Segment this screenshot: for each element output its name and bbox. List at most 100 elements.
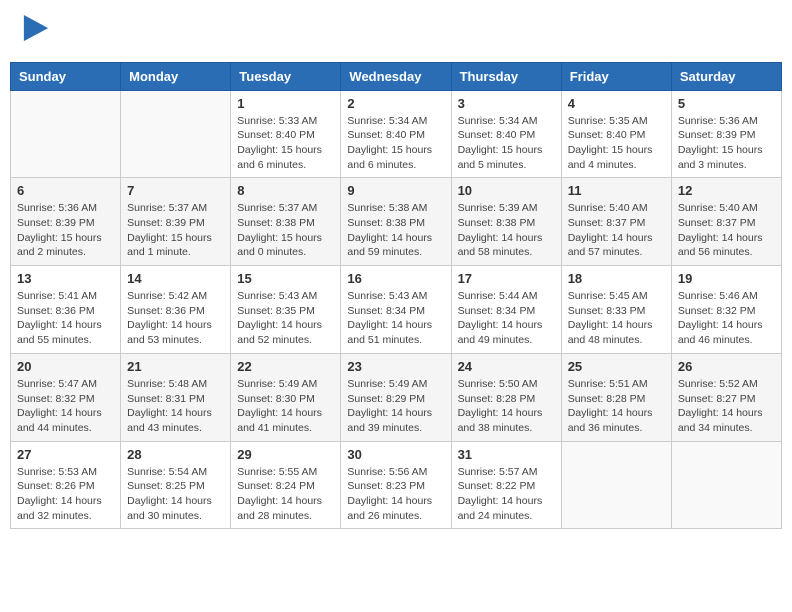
day-number: 23 xyxy=(347,359,444,374)
day-info: Sunrise: 5:34 AM Sunset: 8:40 PM Dayligh… xyxy=(347,114,444,173)
day-header-tuesday: Tuesday xyxy=(231,62,341,90)
calendar-cell xyxy=(121,90,231,178)
day-info: Sunrise: 5:37 AM Sunset: 8:38 PM Dayligh… xyxy=(237,201,334,260)
day-number: 25 xyxy=(568,359,665,374)
day-number: 8 xyxy=(237,183,334,198)
day-number: 24 xyxy=(458,359,555,374)
day-number: 10 xyxy=(458,183,555,198)
calendar-cell: 12 Sunrise: 5:40 AM Sunset: 8:37 PM Dayli… xyxy=(671,178,781,266)
day-info: Sunrise: 5:38 AM Sunset: 8:38 PM Dayligh… xyxy=(347,201,444,260)
day-info: Sunrise: 5:44 AM Sunset: 8:34 PM Dayligh… xyxy=(458,289,555,348)
calendar-cell xyxy=(671,441,781,529)
calendar-cell: 16 Sunrise: 5:43 AM Sunset: 8:34 PM Dayli… xyxy=(341,266,451,354)
day-number: 15 xyxy=(237,271,334,286)
day-number: 20 xyxy=(17,359,114,374)
day-number: 9 xyxy=(347,183,444,198)
day-info: Sunrise: 5:54 AM Sunset: 8:25 PM Dayligh… xyxy=(127,465,224,524)
day-number: 3 xyxy=(458,96,555,111)
day-info: Sunrise: 5:49 AM Sunset: 8:29 PM Dayligh… xyxy=(347,377,444,436)
day-number: 11 xyxy=(568,183,665,198)
day-number: 27 xyxy=(17,447,114,462)
day-number: 4 xyxy=(568,96,665,111)
day-number: 19 xyxy=(678,271,775,286)
calendar-cell: 6 Sunrise: 5:36 AM Sunset: 8:39 PM Daylig… xyxy=(11,178,121,266)
day-number: 31 xyxy=(458,447,555,462)
calendar-cell: 3 Sunrise: 5:34 AM Sunset: 8:40 PM Daylig… xyxy=(451,90,561,178)
day-info: Sunrise: 5:48 AM Sunset: 8:31 PM Dayligh… xyxy=(127,377,224,436)
calendar-cell: 29Sunrise: 5:55 AM Sunset: 8:24 PM Dayli… xyxy=(231,441,341,529)
day-number: 26 xyxy=(678,359,775,374)
day-info: Sunrise: 5:36 AM Sunset: 8:39 PM Dayligh… xyxy=(678,114,775,173)
calendar-cell: 9 Sunrise: 5:38 AM Sunset: 8:38 PM Daylig… xyxy=(341,178,451,266)
calendar-cell: 14Sunrise: 5:42 AM Sunset: 8:36 PM Dayli… xyxy=(121,266,231,354)
calendar-cell: 26 Sunrise: 5:52 AM Sunset: 8:27 PM Dayli… xyxy=(671,353,781,441)
calendar-cell: 8 Sunrise: 5:37 AM Sunset: 8:38 PM Daylig… xyxy=(231,178,341,266)
calendar-cell: 27 Sunrise: 5:53 AM Sunset: 8:26 PM Dayli… xyxy=(11,441,121,529)
logo xyxy=(20,15,50,49)
calendar-cell: 2 Sunrise: 5:34 AM Sunset: 8:40 PM Daylig… xyxy=(341,90,451,178)
day-info: Sunrise: 5:53 AM Sunset: 8:26 PM Dayligh… xyxy=(17,465,114,524)
day-number: 30 xyxy=(347,447,444,462)
day-info: Sunrise: 5:46 AM Sunset: 8:32 PM Dayligh… xyxy=(678,289,775,348)
calendar-cell: 24 Sunrise: 5:50 AM Sunset: 8:28 PM Dayli… xyxy=(451,353,561,441)
day-info: Sunrise: 5:51 AM Sunset: 8:28 PM Dayligh… xyxy=(568,377,665,436)
calendar-cell: 25 Sunrise: 5:51 AM Sunset: 8:28 PM Dayli… xyxy=(561,353,671,441)
day-number: 16 xyxy=(347,271,444,286)
day-header-wednesday: Wednesday xyxy=(341,62,451,90)
day-header-monday: Monday xyxy=(121,62,231,90)
day-info: Sunrise: 5:43 AM Sunset: 8:34 PM Dayligh… xyxy=(347,289,444,348)
day-info: Sunrise: 5:56 AM Sunset: 8:23 PM Dayligh… xyxy=(347,465,444,524)
day-info: Sunrise: 5:42 AM Sunset: 8:36 PM Dayligh… xyxy=(127,289,224,348)
calendar-cell: 7 Sunrise: 5:37 AM Sunset: 8:39 PM Daylig… xyxy=(121,178,231,266)
calendar-cell: 31 Sunrise: 5:57 AM Sunset: 8:22 PM Dayli… xyxy=(451,441,561,529)
day-number: 6 xyxy=(17,183,114,198)
day-header-sunday: Sunday xyxy=(11,62,121,90)
calendar-cell: 28 Sunrise: 5:54 AM Sunset: 8:25 PM Dayli… xyxy=(121,441,231,529)
day-header-friday: Friday xyxy=(561,62,671,90)
day-info: Sunrise: 5:45 AM Sunset: 8:33 PM Dayligh… xyxy=(568,289,665,348)
day-info: Sunrise: 5:33 AM Sunset: 8:40 PM Dayligh… xyxy=(237,114,334,173)
logo-icon xyxy=(22,15,50,43)
calendar-cell xyxy=(11,90,121,178)
day-number: 5 xyxy=(678,96,775,111)
day-info: Sunrise: 5:37 AM Sunset: 8:39 PM Dayligh… xyxy=(127,201,224,260)
calendar-cell: 22Sunrise: 5:49 AM Sunset: 8:30 PM Dayli… xyxy=(231,353,341,441)
day-info: Sunrise: 5:47 AM Sunset: 8:32 PM Dayligh… xyxy=(17,377,114,436)
day-number: 17 xyxy=(458,271,555,286)
calendar-cell: 13 Sunrise: 5:41 AM Sunset: 8:36 PM Dayli… xyxy=(11,266,121,354)
day-info: Sunrise: 5:41 AM Sunset: 8:36 PM Dayligh… xyxy=(17,289,114,348)
day-number: 1 xyxy=(237,96,334,111)
calendar-cell: 30 Sunrise: 5:56 AM Sunset: 8:23 PM Dayli… xyxy=(341,441,451,529)
day-info: Sunrise: 5:52 AM Sunset: 8:27 PM Dayligh… xyxy=(678,377,775,436)
calendar-cell: 5 Sunrise: 5:36 AM Sunset: 8:39 PM Daylig… xyxy=(671,90,781,178)
day-header-saturday: Saturday xyxy=(671,62,781,90)
day-number: 13 xyxy=(17,271,114,286)
calendar-cell: 1 Sunrise: 5:33 AM Sunset: 8:40 PM Daylig… xyxy=(231,90,341,178)
calendar-cell: 15 Sunrise: 5:43 AM Sunset: 8:35 PM Dayli… xyxy=(231,266,341,354)
day-info: Sunrise: 5:40 AM Sunset: 8:37 PM Dayligh… xyxy=(678,201,775,260)
day-info: Sunrise: 5:40 AM Sunset: 8:37 PM Dayligh… xyxy=(568,201,665,260)
day-number: 2 xyxy=(347,96,444,111)
day-number: 12 xyxy=(678,183,775,198)
day-number: 28 xyxy=(127,447,224,462)
calendar-cell: 21Sunrise: 5:48 AM Sunset: 8:31 PM Dayli… xyxy=(121,353,231,441)
calendar-cell: 20 Sunrise: 5:47 AM Sunset: 8:32 PM Dayli… xyxy=(11,353,121,441)
day-number: 22 xyxy=(237,359,334,374)
day-number: 29 xyxy=(237,447,334,462)
calendar-cell: 17 Sunrise: 5:44 AM Sunset: 8:34 PM Dayli… xyxy=(451,266,561,354)
page-header xyxy=(10,10,782,54)
day-info: Sunrise: 5:50 AM Sunset: 8:28 PM Dayligh… xyxy=(458,377,555,436)
calendar-cell: 4Sunrise: 5:35 AM Sunset: 8:40 PM Daylig… xyxy=(561,90,671,178)
calendar-cell: 18Sunrise: 5:45 AM Sunset: 8:33 PM Dayli… xyxy=(561,266,671,354)
day-info: Sunrise: 5:43 AM Sunset: 8:35 PM Dayligh… xyxy=(237,289,334,348)
day-info: Sunrise: 5:34 AM Sunset: 8:40 PM Dayligh… xyxy=(458,114,555,173)
day-info: Sunrise: 5:57 AM Sunset: 8:22 PM Dayligh… xyxy=(458,465,555,524)
calendar-header: SundayMondayTuesdayWednesdayThursdayFrid… xyxy=(11,62,782,90)
day-number: 7 xyxy=(127,183,224,198)
calendar-table: SundayMondayTuesdayWednesdayThursdayFrid… xyxy=(10,62,782,530)
day-header-thursday: Thursday xyxy=(451,62,561,90)
calendar-cell: 10Sunrise: 5:39 AM Sunset: 8:38 PM Dayli… xyxy=(451,178,561,266)
calendar-cell: 23 Sunrise: 5:49 AM Sunset: 8:29 PM Dayli… xyxy=(341,353,451,441)
calendar-cell xyxy=(561,441,671,529)
day-info: Sunrise: 5:36 AM Sunset: 8:39 PM Dayligh… xyxy=(17,201,114,260)
